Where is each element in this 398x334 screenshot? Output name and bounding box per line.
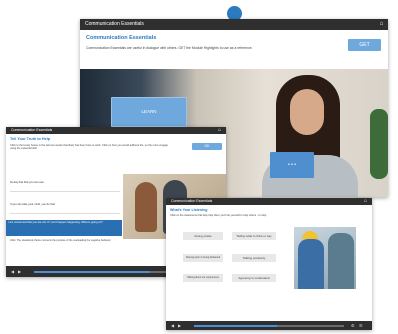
- more-button[interactable]: • • •: [270, 152, 314, 178]
- home-icon[interactable]: ⌂: [216, 127, 223, 134]
- plant: [370, 109, 388, 179]
- next-icon[interactable]: ▶: [18, 269, 21, 274]
- left-titlebar: Communication Essentials ⌂: [6, 127, 226, 134]
- left-progress-fill: [34, 271, 150, 273]
- right-titlebar: Communication Essentials ⌂: [166, 198, 372, 205]
- option-3-selected[interactable]: I am concerned that you are not. If I ca…: [6, 220, 122, 236]
- prev-icon[interactable]: ◀: [11, 269, 14, 274]
- menu-icon[interactable]: ☰: [359, 323, 363, 328]
- woman-face: [290, 89, 324, 135]
- option-giving-praise[interactable]: Giving praise: [183, 232, 223, 240]
- right-progress-fill: [194, 325, 277, 327]
- option-telling-what[interactable]: Telling what to think or say: [232, 232, 276, 240]
- right-instructions: Click on the statements that help help t…: [170, 214, 267, 217]
- option-staying-quiet[interactable]: Staying quiet or being distracted: [183, 254, 223, 262]
- left-feedback: Click: The situational choice connects t…: [10, 239, 112, 242]
- worker-left: [298, 239, 324, 289]
- ok-button[interactable]: OK: [192, 143, 222, 150]
- home-icon[interactable]: ⌂: [378, 21, 385, 28]
- main-titlebar: Communication Essentials ⌂: [80, 19, 388, 30]
- main-description: Communication Essentials are useful in d…: [86, 46, 253, 50]
- right-bottombar: ◀ ▶ ⚙ ☰: [166, 321, 372, 330]
- right-window-title: Communication Essentials: [171, 199, 213, 203]
- option-2[interactable]: If you can take your mind, you do that.: [10, 197, 120, 214]
- worker-helmet: [302, 231, 318, 239]
- worker-right: [328, 233, 354, 289]
- right-progress-track[interactable]: [194, 325, 344, 327]
- home-icon[interactable]: ⌂: [362, 198, 369, 205]
- main-heading: Communication Essentials: [86, 35, 157, 41]
- get-button[interactable]: GET: [348, 39, 381, 51]
- workers-photo: [294, 227, 356, 289]
- person-left: [135, 182, 157, 232]
- right-window: Communication Essentials ⌂ What's Your L…: [166, 198, 372, 330]
- settings-icon[interactable]: ⚙: [351, 323, 355, 328]
- right-heading: What's Your Listening: [170, 208, 208, 212]
- option-talking-positively[interactable]: Talking positively: [232, 254, 276, 262]
- option-1[interactable]: Its day that that you can see.: [10, 175, 120, 192]
- left-heading: Tell Your Truth to Help: [10, 137, 51, 141]
- main-window-title: Communication Essentials: [85, 21, 144, 27]
- next-icon[interactable]: ▶: [178, 323, 181, 328]
- option-agreeing[interactable]: Agreeing to understand: [232, 274, 276, 282]
- prev-icon[interactable]: ◀: [171, 323, 174, 328]
- left-window-title: Communication Essentials: [11, 128, 53, 132]
- left-instructions: Click to the lovely house in the last tw…: [10, 144, 168, 151]
- option-talking-about[interactable]: Talking about our experiences: [183, 274, 223, 282]
- learn-button[interactable]: LEARN: [111, 97, 187, 127]
- main-header: Communication Essentials Communication E…: [80, 30, 388, 69]
